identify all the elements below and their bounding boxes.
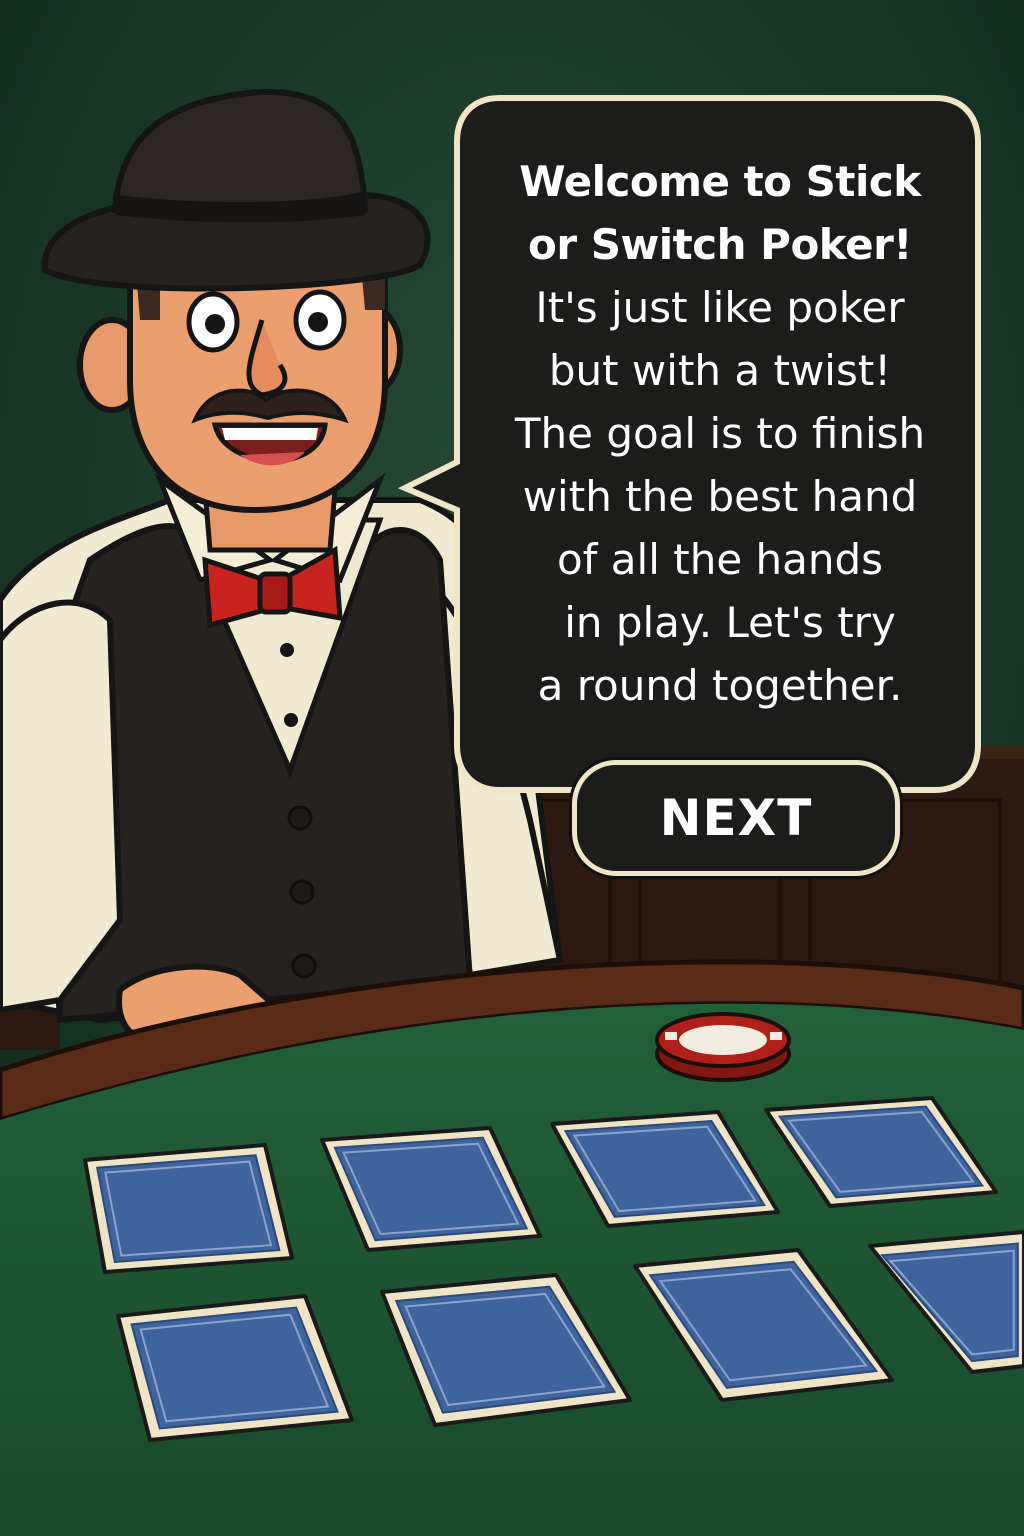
dialogue-line: or Switch Poker!: [528, 220, 912, 269]
next-button[interactable]: NEXT: [572, 760, 900, 876]
dialogue-line: The goal is to finish: [514, 409, 926, 458]
poker-chip[interactable]: [655, 1012, 791, 1082]
dialogue-line: in play. Let's try: [564, 598, 896, 647]
dialogue-line: a round together.: [537, 661, 903, 710]
dialogue-text: Welcome to Stick or Switch Poker! It's j…: [505, 150, 935, 717]
dialogue-line: but with a twist!: [548, 346, 892, 395]
game-scene: Welcome to Stick or Switch Poker! It's j…: [0, 0, 1024, 1536]
dialogue-line: It's just like poker: [535, 283, 905, 332]
card-back[interactable]: [83, 1143, 294, 1274]
dialogue-line: with the best hand: [522, 472, 918, 521]
dialogue-line: Welcome to Stick: [519, 157, 921, 206]
dialogue-line: of all the hands: [556, 535, 884, 584]
